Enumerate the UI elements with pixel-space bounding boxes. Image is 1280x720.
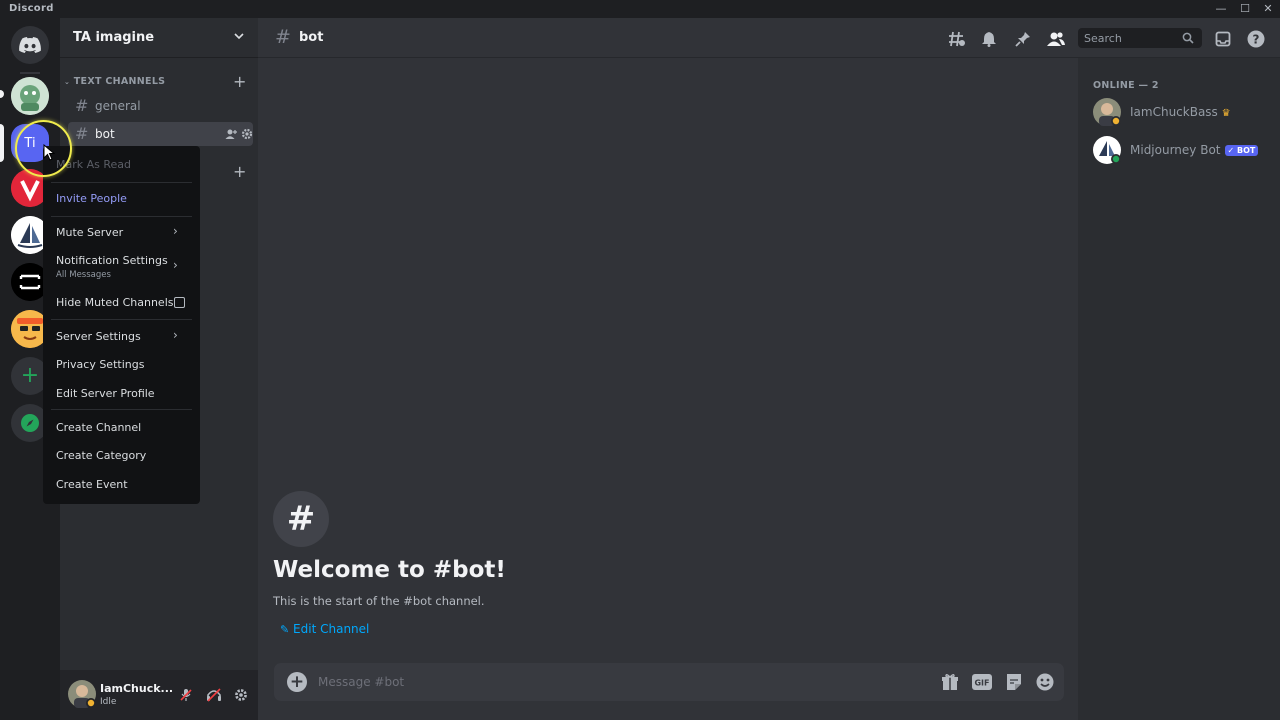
gif-icon[interactable]: GIF [972,672,992,692]
menu-divider [51,182,192,183]
unread-pill [0,90,4,98]
title-bar: Discord — ☐ ✕ [0,0,1280,18]
channel-hash-icon: # [273,491,329,547]
home-button[interactable] [11,26,49,64]
menu-item-create-event[interactable]: Create Event [56,478,128,491]
chat-header: # bot ? [258,18,1280,58]
menu-divider [51,319,192,320]
mouse-cursor-icon [43,144,55,161]
emoji-icon[interactable] [1035,672,1055,692]
hide-muted-checkbox[interactable] [174,297,185,308]
member-list: ONLINE — 2 IamChuckBass ♛ Midjourney Bot… [1078,58,1280,720]
edit-channel-link[interactable]: ✎ Edit Channel [280,622,369,636]
threads-icon[interactable] [948,30,966,48]
compass-icon [21,414,39,432]
welcome-subtitle: This is the start of the #bot channel. [273,594,485,608]
close-icon[interactable]: ✕ [1261,2,1275,16]
search-icon [1182,32,1194,44]
sticker-icon[interactable] [1004,672,1024,692]
chevron-down-icon [234,33,244,40]
server-header[interactable]: TA imagine [60,18,258,58]
character-avatar-icon [11,77,49,115]
inbox-icon[interactable] [1214,30,1232,48]
message-input[interactable] [318,671,918,693]
svg-text:GIF: GIF [974,679,989,688]
plus-icon: + [20,363,40,388]
category-text-channels[interactable]: ⌄ TEXT CHANNELS [64,76,165,87]
discord-logo-icon [19,37,41,53]
channel-name: bot [95,127,115,141]
minimize-icon[interactable]: — [1214,2,1228,16]
edit-channel-label: Edit Channel [293,622,370,636]
maximize-icon[interactable]: ☐ [1238,2,1252,16]
create-channel-plus-icon[interactable]: + [233,74,246,90]
username: IamChuck... [100,682,174,695]
pin-icon[interactable] [1014,30,1032,48]
menu-divider [51,409,192,410]
create-plus-icon[interactable]: + [233,164,246,180]
svg-text:?: ? [1253,33,1260,47]
channel-item-bot[interactable]: # bot [68,122,253,146]
member-name-text: Midjourney Bot [1130,143,1221,157]
bell-icon[interactable] [980,30,998,48]
gear-icon[interactable] [241,128,253,140]
server-name: TA imagine [73,30,155,45]
member-group-label: ONLINE — 2 [1093,80,1159,91]
guild-separator [20,72,40,74]
category-label: TEXT CHANNELS [73,76,166,87]
menu-item-notification-settings[interactable]: Notification Settings [56,254,168,267]
menu-item-create-channel[interactable]: Create Channel [56,421,141,434]
bot-badge: ✓ BOT [1224,145,1259,156]
selected-pill [0,124,4,162]
headphones-deafen-icon[interactable] [205,686,223,704]
menu-item-edit-server-profile[interactable]: Edit Server Profile [56,387,155,400]
member-name-text: IamChuckBass [1130,105,1218,119]
menu-item-server-settings[interactable]: Server Settings [56,330,141,343]
menu-item-invite-people[interactable]: Invite People [56,192,127,205]
message-composer: + GIF [274,663,1064,701]
menu-item-mute-server[interactable]: Mute Server [56,226,123,239]
bot-badge-text: BOT [1237,146,1256,155]
attach-plus-icon[interactable]: + [287,672,307,692]
members-icon[interactable] [1047,30,1065,48]
user-panel: IamChuck... Idle [60,670,258,720]
avatar [1093,136,1121,164]
hash-icon: # [275,26,291,48]
crown-icon: ♛ [1221,108,1231,119]
invite-member-icon[interactable] [225,128,237,140]
menu-item-privacy-settings[interactable]: Privacy Settings [56,358,144,371]
user-status: Idle [100,697,117,707]
user-settings-gear-icon[interactable] [232,686,250,704]
chevron-right-icon: › [173,328,178,342]
chat-area: # bot ? # Welcome to #bot! This is the s… [258,18,1280,720]
server-context-menu: Mark As Read Invite People Mute Server ›… [43,146,200,504]
hash-icon: # [75,124,89,143]
member-name: IamChuckBass ♛ [1130,105,1231,119]
pencil-icon: ✎ [280,623,290,636]
menu-item-notification-subtext: All Messages [56,270,111,280]
avatar[interactable] [68,680,96,708]
channel-title: bot [299,30,324,45]
member-item-iamchuckbass[interactable]: IamChuckBass ♛ [1093,98,1273,128]
gift-icon[interactable] [940,672,960,692]
menu-item-create-category[interactable]: Create Category [56,449,146,462]
welcome-title: Welcome to #bot! [273,557,506,583]
app-name: Discord [9,3,54,14]
chevron-right-icon: › [173,258,178,272]
chevron-right-icon: › [173,224,178,238]
member-name: Midjourney Bot ✓ BOT [1130,143,1259,157]
avatar [1093,98,1121,126]
help-icon[interactable]: ? [1247,30,1265,48]
server-icon-green-character[interactable] [11,77,49,115]
hash-icon: # [75,96,89,115]
channel-name: general [95,99,141,113]
menu-item-hide-muted-channels[interactable]: Hide Muted Channels [56,296,174,309]
menu-divider [51,216,192,217]
microphone-muted-icon[interactable] [177,686,195,704]
channel-item-general[interactable]: # general [68,94,253,118]
chevron-icon: ⌄ [64,78,71,86]
member-item-midjourney-bot[interactable]: Midjourney Bot ✓ BOT [1093,136,1273,166]
